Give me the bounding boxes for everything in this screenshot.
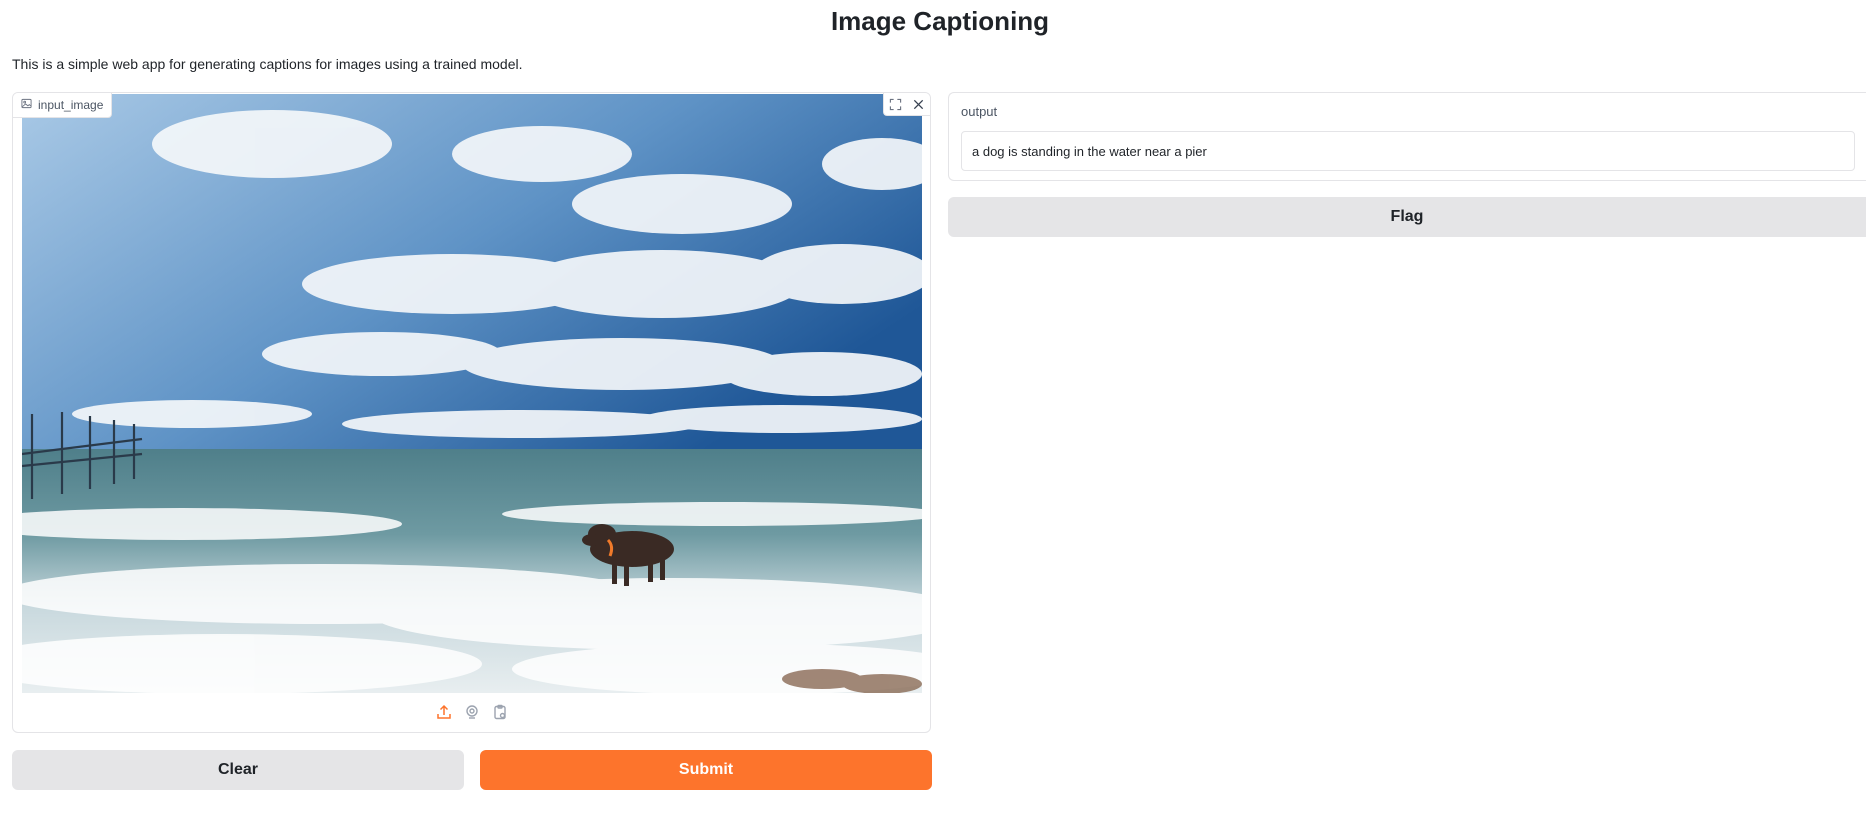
output-panel: output a dog is standing in the water ne…: [948, 92, 1866, 181]
webcam-icon[interactable]: [462, 702, 482, 722]
clipboard-icon[interactable]: [490, 702, 510, 722]
close-icon[interactable]: [907, 93, 930, 115]
fullscreen-icon[interactable]: [884, 93, 907, 115]
image-icon: [21, 98, 32, 112]
input-image-panel: input_image: [12, 92, 931, 733]
image-toolbar: [883, 93, 930, 116]
page-title: Image Captioning: [830, 6, 1050, 36]
uploaded-photo: [22, 94, 922, 693]
flag-button[interactable]: Flag: [948, 197, 1866, 237]
upload-icon[interactable]: [434, 702, 454, 722]
image-source-bar: [13, 692, 930, 732]
output-textbox[interactable]: a dog is standing in the water near a pi…: [961, 131, 1855, 171]
output-label: output: [961, 104, 998, 119]
input-image-label: input_image: [13, 93, 113, 118]
page-description: This is a simple web app for generating …: [12, 56, 523, 72]
input-image-label-text: input_image: [38, 98, 104, 112]
submit-button[interactable]: Submit: [480, 750, 932, 790]
clear-button[interactable]: Clear: [12, 750, 464, 790]
